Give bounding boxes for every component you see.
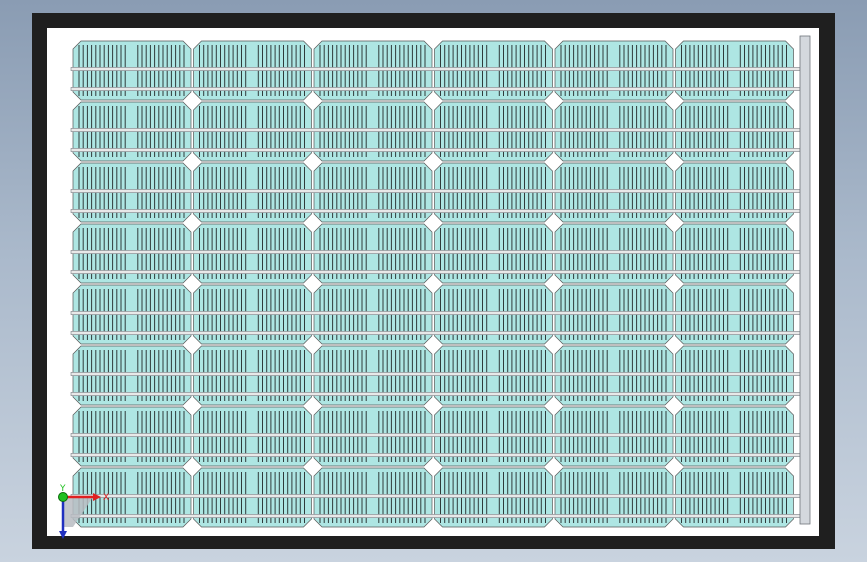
busbar bbox=[70, 209, 801, 213]
y-axis-label: Y bbox=[59, 484, 66, 494]
cad-viewport[interactable]: X Y bbox=[0, 0, 867, 562]
busbar bbox=[70, 494, 801, 498]
busbar bbox=[70, 514, 801, 518]
busbar bbox=[70, 372, 801, 376]
busbar bbox=[70, 331, 801, 335]
busbar bbox=[70, 311, 801, 315]
solar-panel-drawing: X Y bbox=[32, 13, 835, 549]
busbar bbox=[70, 453, 801, 457]
busbar bbox=[70, 189, 801, 193]
junction-bar[interactable] bbox=[799, 35, 811, 525]
busbar bbox=[70, 128, 801, 132]
x-axis-label: X bbox=[103, 493, 109, 503]
busbar bbox=[70, 433, 801, 437]
busbar bbox=[70, 392, 801, 396]
busbar bbox=[70, 87, 801, 91]
busbar bbox=[70, 270, 801, 274]
busbar bbox=[70, 67, 801, 71]
busbar bbox=[70, 148, 801, 152]
busbar bbox=[70, 250, 801, 254]
